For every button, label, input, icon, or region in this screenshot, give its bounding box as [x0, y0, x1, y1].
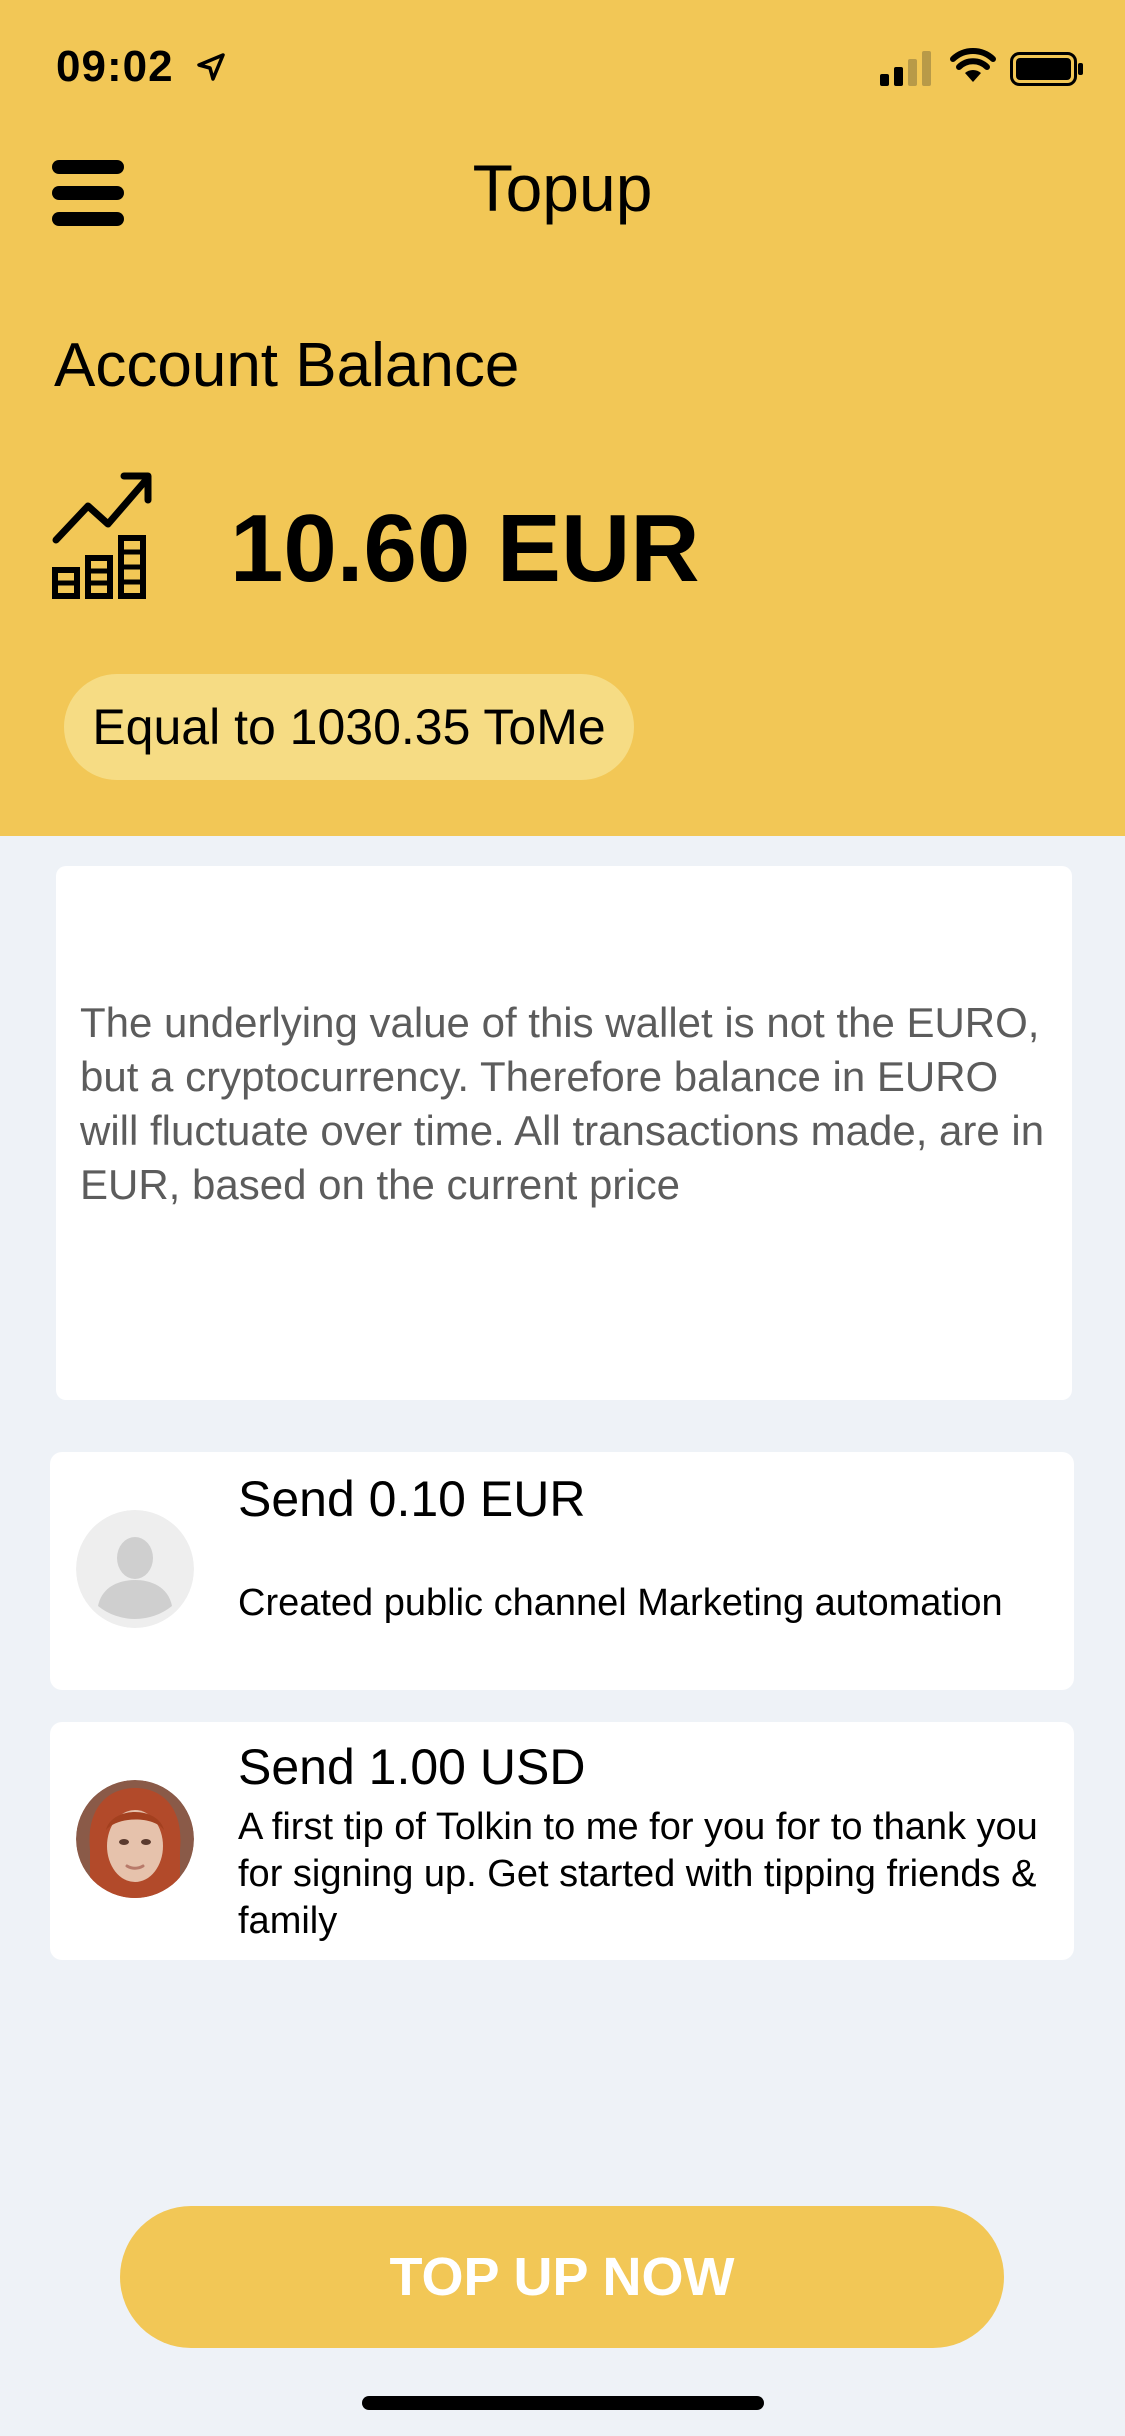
- battery-icon: [1010, 52, 1083, 86]
- balance-amount: 10.60 EUR: [230, 495, 700, 602]
- transaction-description: Created public channel Marketing automat…: [238, 1582, 1003, 1624]
- wallet-info-card: The underlying value of this wallet is n…: [56, 866, 1072, 1400]
- page-title: Topup: [472, 151, 653, 225]
- growth-chart-icon: [52, 472, 152, 599]
- transaction-item[interactable]: Send 1.00 USD A first tip of Tolkin to m…: [50, 1722, 1074, 1960]
- wallet-info-text: The underlying value of this wallet is n…: [80, 999, 1045, 1208]
- transaction-description: A first tip of Tolkin to me for you for …: [238, 1806, 1038, 1942]
- home-indicator: [362, 2396, 764, 2410]
- cellular-signal-icon: [880, 51, 931, 86]
- default-user-icon: [76, 1510, 194, 1628]
- location-arrow-icon: [197, 53, 225, 81]
- top-up-now-button[interactable]: TOP UP NOW: [120, 2206, 1004, 2348]
- transaction-title: Send 1.00 USD: [238, 1739, 586, 1795]
- transaction-title: Send 0.10 EUR: [238, 1471, 586, 1527]
- balance-label: Account Balance: [54, 331, 520, 400]
- transaction-item[interactable]: Send 0.10 EUR Created public channel Mar…: [50, 1452, 1074, 1690]
- user-photo-avatar: [76, 1780, 194, 1898]
- token-equivalent-badge: Equal to 1030.35 ToMe: [64, 674, 634, 780]
- status-time: 09:02: [56, 42, 174, 91]
- wifi-icon: [950, 48, 996, 82]
- status-bar: 09:02: [0, 0, 1125, 140]
- header: 09:02 Topup Account Balance 10.60 EUR Eq…: [0, 0, 1125, 836]
